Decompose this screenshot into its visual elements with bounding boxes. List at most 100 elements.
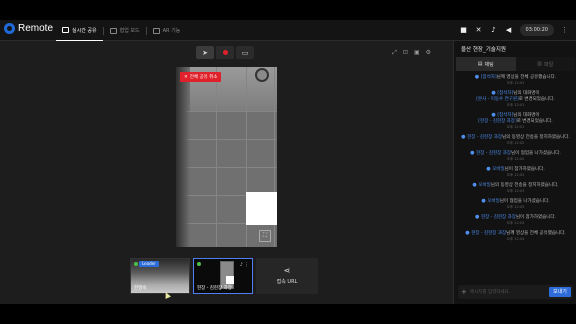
message-body: 로 변경되었습니다. — [516, 119, 553, 124]
chat-message: ● [참석자]님의 대화명이 [본사 - 이동수 연구원]로 변경되었습니다. 오후… — [458, 90, 573, 108]
message-text: ● 현장 - 김현장 과장님의 동영상 전송을 정지하였습니다. — [458, 134, 573, 141]
message-user: [참석자] — [497, 113, 514, 118]
session-timer: 03:00:20 — [519, 24, 554, 36]
chat-sidebar: 울산 현장_기술지원 ▤ 채팅 ▥ 파일 ● [참석자]님께 영상을 전체 공유… — [453, 41, 576, 304]
tab-chat[interactable]: ▤ 채팅 — [456, 57, 516, 71]
record-icon — [222, 50, 228, 55]
pointer-tool-button[interactable]: ➤ — [196, 46, 214, 59]
message-text: ● 현장 - 김현장 과장님께 영상을 전체 공유했습니다. — [458, 230, 573, 237]
cancel-share-button[interactable]: ✕ 전체 공유 취소 — [180, 72, 222, 82]
message-time: 오후 12:02 — [506, 141, 525, 145]
message-body: 님이 참가하였습니다. — [515, 215, 556, 220]
message-user: [참석자] — [497, 91, 514, 96]
access-url-label: 접속 URL — [276, 279, 298, 285]
tab-ar[interactable]: AR 기능 — [147, 20, 187, 41]
chat-message: ● 현장 - 김현장 과장님이 참가하였습니다. 오후 12:03 — [458, 214, 573, 226]
message-body: 님의 대화명이 — [513, 91, 540, 96]
monitor-icon: ▭ — [241, 48, 249, 57]
tab-files[interactable]: ▥ 파일 — [515, 57, 575, 71]
tab-label: 협업 보드 — [119, 28, 140, 34]
main-area: ➤ ▭ ⤢ ⊡ ▣ ⚙ ✕ 전체 공유 취소 ⛶ Leader 한영숙 ♪ ⋮ … — [0, 41, 453, 304]
layout-icon[interactable]: ▣ — [414, 49, 420, 57]
floor-tile-line — [176, 139, 277, 140]
message-user: 현장 - 김현장 과장 — [471, 231, 507, 236]
close-icon: ✕ — [184, 74, 188, 80]
monitor-button[interactable]: ▭ — [236, 46, 254, 59]
camera-icon[interactable]: ■ — [460, 24, 468, 36]
message-body: 님의 동영상 전송을 정지하였습니다. — [502, 135, 570, 140]
tab-live-share[interactable]: 실시간 공유 — [56, 20, 103, 41]
video-shadow — [176, 67, 190, 247]
message-text: ● 현장 - 김현장 과장님이 참가하였습니다. — [458, 214, 573, 221]
view-tools: ⤢ ⊡ ▣ ⚙ — [392, 49, 431, 57]
capture-icon[interactable]: ⊡ — [403, 49, 408, 57]
message-user: 오바일 — [492, 167, 505, 172]
settings-icon[interactable]: ⚙ — [426, 49, 431, 57]
message-new-name: [현장 - 김현장 과장] — [478, 119, 517, 124]
record-button[interactable] — [216, 46, 234, 59]
message-text: ● [참석자]님의 대화명이 — [458, 112, 573, 119]
message-user: 오바일 — [478, 183, 491, 188]
send-button[interactable]: 보내기 — [549, 287, 571, 297]
message-text: ● 현장 - 김현장 과장님이 협업을 나가셨습니다. — [458, 150, 573, 157]
message-time: 오후 12:03 — [506, 221, 525, 225]
message-body: 로 변경되었습니다. — [518, 97, 555, 102]
screen-share-icon — [62, 27, 69, 33]
speaker-icon[interactable]: ◀ — [505, 24, 513, 36]
message-body: 님이 협업을 나가셨습니다. — [511, 151, 561, 156]
message-time: 오후 12:01 — [506, 81, 525, 85]
message-body: 님의 동영상 전송을 정지하였습니다. — [490, 183, 559, 188]
tab-label: 파일 — [544, 61, 554, 68]
mic-muted-icon[interactable]: ✕ — [475, 24, 483, 36]
chat-icon: ▤ — [477, 61, 483, 67]
chat-input[interactable] — [470, 287, 540, 297]
message-user: 오바일 — [487, 199, 500, 204]
chat-messages: ● [참석자]님께 영상을 전체 공유했습니다. 오후 12:01 ● [참석자]님… — [458, 74, 573, 269]
more-menu-icon[interactable]: ⋮ — [561, 26, 568, 34]
remote-logo-icon — [4, 23, 15, 34]
tab-collab-board[interactable]: 협업 보드 — [104, 20, 146, 41]
message-time: 오후 12:01 — [506, 125, 525, 129]
expand-icon[interactable]: ⛶ — [259, 230, 271, 242]
message-user: [참석자] — [480, 75, 497, 80]
tab-label: 실시간 공유 — [72, 27, 97, 34]
access-url-button[interactable]: ⋖ 접속 URL — [256, 258, 318, 294]
participant-card[interactable]: Leader 한영숙 — [130, 258, 190, 294]
chat-input-bar: + 보내기 — [458, 285, 573, 299]
leader-badge: Leader — [139, 261, 159, 267]
message-user: 현장 - 김현장 과장 — [476, 151, 511, 156]
board-icon — [109, 27, 117, 34]
app-name: Remote — [18, 23, 54, 34]
message-body: 님의 대화명이 — [513, 113, 540, 118]
message-time: 오후 12:04 — [506, 237, 525, 241]
bell-icon[interactable]: ♪ — [490, 24, 498, 36]
share-icon: ⋖ — [283, 266, 291, 275]
app-window: Remote 실시간 공유 협업 보드 AR 기능 ■ ✕ ♪ ◀ 03:00:… — [0, 0, 576, 324]
logo: Remote — [4, 23, 53, 34]
floor-tile-line — [176, 111, 277, 112]
message-body: 님께 영상을 전체 공유했습니다. — [496, 75, 557, 80]
chat-message: ● [참석자]님의 대화명이 [현장 - 김현장 과장]로 변경되었습니다. 오후 … — [458, 112, 573, 130]
shared-video-stage[interactable] — [176, 67, 277, 247]
online-status-icon — [197, 262, 201, 266]
message-time: 오후 12:02 — [506, 173, 525, 177]
fullscreen-icon[interactable]: ⤢ — [392, 49, 397, 57]
message-user: 현장 - 김현장 과장 — [480, 215, 516, 220]
message-text: ● 오바일님이 참가하였습니다. — [458, 166, 573, 173]
top-bar: Remote 실시간 공유 협업 보드 AR 기능 ■ ✕ ♪ ◀ 03:00:… — [0, 20, 576, 41]
header-controls: ■ ✕ ♪ ◀ 03:00:20 ⋮ — [460, 24, 568, 36]
participant-card[interactable]: ♪ ⋮ 현장 - 김현장 과장 — [193, 258, 253, 294]
chat-message: ● 오바일님이 참가하였습니다. 오후 12:02 — [458, 166, 573, 178]
main-tabs: 실시간 공유 협업 보드 AR 기능 — [56, 20, 186, 41]
participant-strip: Leader 한영숙 ♪ ⋮ 현장 - 김현장 과장 ⋖ 접속 URL — [130, 258, 318, 294]
message-text: ● [참석자]님께 영상을 전체 공유했습니다. — [458, 74, 573, 81]
attach-icon[interactable]: + — [461, 287, 467, 297]
chat-message: ● 오바일님의 동영상 전송을 정지하였습니다. 오후 12:03 — [458, 182, 573, 194]
sidebar-tabs: ▤ 채팅 ▥ 파일 — [456, 57, 575, 71]
stage-controls: ➤ ▭ — [196, 46, 254, 59]
folder-icon: ▥ — [537, 61, 543, 67]
message-time: 오후 12:03 — [506, 205, 525, 209]
ring-object — [255, 68, 269, 82]
more-icon[interactable]: ⋮ — [244, 262, 249, 268]
pointer-icon: ➤ — [202, 48, 208, 57]
